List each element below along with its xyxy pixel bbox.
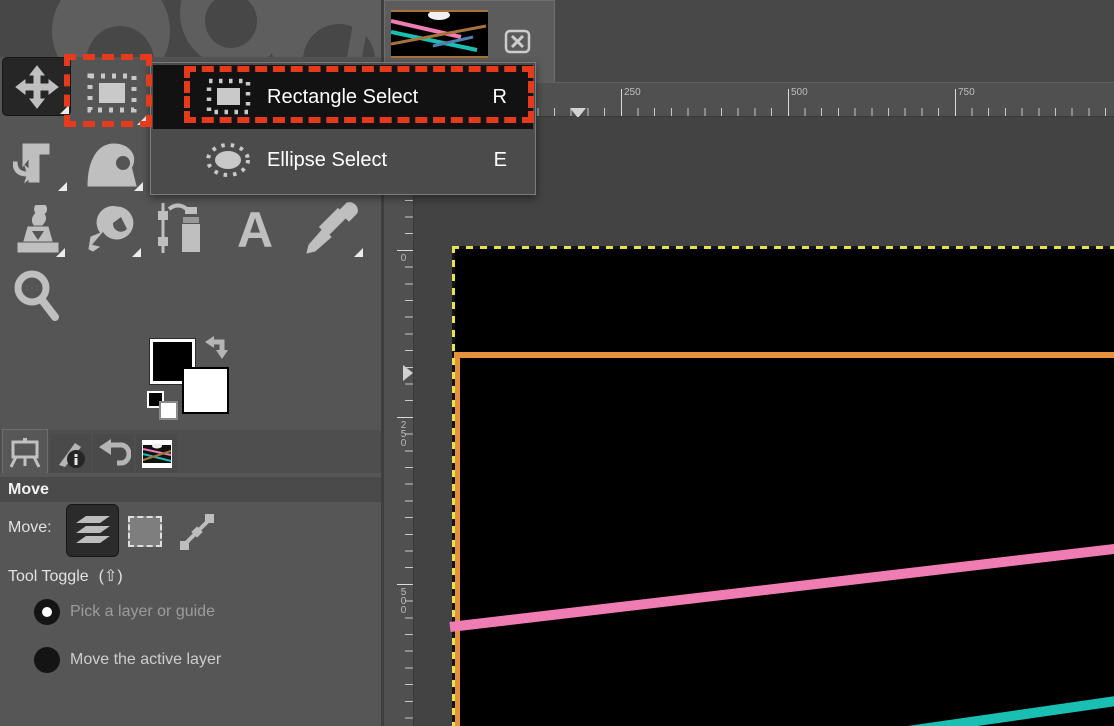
orange-line-horizontal bbox=[454, 352, 1114, 358]
tool-group-indicator bbox=[134, 182, 143, 191]
menu-item-label: Ellipse Select bbox=[267, 149, 494, 172]
smudge-tool-button[interactable] bbox=[84, 200, 142, 258]
image-thumbnail bbox=[391, 10, 488, 58]
tool-group-flyout-menu: Rectangle Select R Ellipse Select E bbox=[150, 62, 536, 195]
canvas-viewport[interactable] bbox=[414, 117, 1114, 726]
text-tool-button[interactable]: A bbox=[226, 200, 284, 256]
clone-tool-icon bbox=[14, 205, 62, 255]
radio-pick-layer[interactable] bbox=[34, 599, 60, 625]
warp-tool-icon bbox=[86, 138, 140, 188]
menu-item-label: Rectangle Select bbox=[267, 86, 493, 109]
airbrush-tool-button[interactable] bbox=[152, 198, 214, 258]
ruler-label: 0 bbox=[398, 253, 408, 262]
background-color-swatch[interactable] bbox=[182, 367, 229, 414]
rectangle-select-icon bbox=[86, 72, 138, 114]
undo-history-tab-icon bbox=[97, 439, 131, 469]
tool-group-indicator bbox=[58, 182, 67, 191]
tool-group-indicator bbox=[60, 105, 69, 114]
menu-item-shortcut: R bbox=[493, 86, 507, 109]
tab-tool-options[interactable] bbox=[2, 429, 48, 473]
clone-tool-button[interactable] bbox=[10, 202, 66, 258]
rectangle-select-tool-button[interactable] bbox=[76, 60, 147, 126]
tool-group-indicator bbox=[56, 248, 65, 257]
ellipse-select-icon bbox=[205, 140, 251, 180]
text-tool-icon: A bbox=[229, 203, 281, 253]
radio-move-active-layer-label: Move the active layer bbox=[70, 651, 221, 669]
warp-tool-button[interactable] bbox=[82, 134, 144, 192]
menu-item-shortcut: E bbox=[494, 149, 507, 172]
default-colors-swatch-bg[interactable] bbox=[159, 401, 178, 420]
pointer-position-marker bbox=[403, 365, 413, 381]
tool-group-indicator bbox=[132, 248, 141, 257]
orange-line-vertical bbox=[455, 352, 460, 726]
tool-options-panel: Move Move: Tool Toggle(⇧) bbox=[0, 473, 381, 726]
zoom-tool-button[interactable] bbox=[8, 264, 66, 326]
rectangle-select-icon bbox=[205, 77, 251, 117]
svg-text:A: A bbox=[237, 203, 273, 253]
move-tool-icon bbox=[15, 65, 59, 109]
layer-boundary-top bbox=[452, 246, 1114, 249]
tool-toggle-label: Tool Toggle(⇧) bbox=[8, 566, 123, 586]
swap-colors-icon[interactable] bbox=[204, 335, 230, 359]
tab-images[interactable] bbox=[136, 434, 177, 473]
tab-device-status[interactable] bbox=[50, 434, 91, 473]
color-picker-tool-icon bbox=[303, 201, 361, 255]
close-icon bbox=[504, 29, 531, 54]
transform-tool-button[interactable] bbox=[8, 134, 68, 192]
path-icon bbox=[177, 512, 217, 552]
vertical-ruler[interactable]: 0 250 500 bbox=[384, 117, 414, 726]
radio-move-active-layer[interactable] bbox=[34, 647, 60, 673]
dock-tab-strip bbox=[0, 430, 381, 473]
canvas-image[interactable] bbox=[452, 246, 1114, 726]
close-image-button[interactable] bbox=[502, 28, 532, 55]
move-path-mode-button[interactable] bbox=[176, 511, 218, 553]
radio-pick-layer-label: Pick a layer or guide bbox=[70, 603, 215, 621]
gimp-window: A bbox=[0, 0, 1114, 726]
tool-group-indicator bbox=[137, 116, 146, 125]
ruler-label: 500 bbox=[398, 587, 408, 614]
tool-group-indicator bbox=[354, 248, 363, 257]
tool-options-title: Move bbox=[0, 477, 381, 502]
ruler-label: 250 bbox=[624, 87, 641, 98]
ruler-label: 250 bbox=[398, 420, 408, 447]
airbrush-tool-icon bbox=[155, 201, 211, 255]
zoom-tool-icon bbox=[11, 267, 63, 323]
tool-options-tab-icon bbox=[8, 436, 42, 468]
menu-item-rectangle-select[interactable]: Rectangle Select R bbox=[153, 65, 533, 129]
menu-item-ellipse-select[interactable]: Ellipse Select E bbox=[153, 129, 533, 191]
move-layer-mode-button[interactable] bbox=[66, 504, 119, 557]
tab-undo-history[interactable] bbox=[93, 434, 134, 473]
move-tool-button[interactable] bbox=[2, 57, 71, 116]
device-status-tab-icon bbox=[55, 439, 87, 469]
move-selection-mode-button[interactable] bbox=[128, 516, 162, 547]
color-picker-tool-button[interactable] bbox=[300, 198, 364, 258]
move-mode-label: Move: bbox=[8, 519, 52, 537]
transform-tool-icon bbox=[13, 138, 63, 188]
layers-icon bbox=[74, 514, 112, 548]
wilber-artwork bbox=[0, 0, 381, 57]
ruler-label: 750 bbox=[958, 87, 975, 98]
images-tab-icon bbox=[140, 438, 174, 470]
ruler-label: 500 bbox=[791, 87, 808, 98]
